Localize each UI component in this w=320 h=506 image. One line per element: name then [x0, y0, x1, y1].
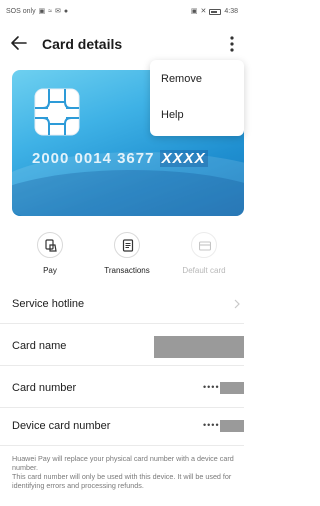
chip-icon: [34, 88, 80, 136]
status-bar: SOS only ▣ ≈ ✉ ● ▣ ✕ 4:38: [0, 0, 244, 22]
menu-item-help[interactable]: Help: [161, 109, 184, 121]
pay-label: Pay: [43, 266, 57, 275]
card-name-value-redacted: [154, 336, 244, 358]
transactions-button[interactable]: [114, 232, 140, 258]
device-card-number-row: Device card number ••••: [0, 408, 244, 446]
wifi-icon: ≈: [48, 8, 53, 15]
card-number-visible: 2000 0014 3677: [32, 150, 155, 167]
transactions-icon: [122, 239, 134, 252]
pay-action[interactable]: Pay: [10, 232, 90, 275]
device-card-number-value-redacted: [220, 420, 244, 432]
service-hotline-label: Service hotline: [12, 298, 85, 310]
card-number-label: Card number: [12, 382, 77, 394]
default-card-button[interactable]: [191, 232, 217, 258]
card-name-row: Card name: [0, 328, 244, 366]
default-card-label: Default card: [182, 266, 226, 275]
back-arrow-icon[interactable]: [10, 34, 28, 52]
card-number-row: Card number ••••: [0, 370, 244, 408]
card-number-masked: XXXX: [159, 150, 208, 167]
card-number-display: 2000 0014 3677 XXXX: [32, 150, 208, 167]
pay-icon: [45, 239, 57, 252]
status-right: ▣ ✕ 4:38: [191, 8, 238, 16]
battery-icon: [209, 9, 222, 15]
device-card-number-label: Device card number: [12, 420, 111, 432]
notification-icon: ●: [63, 8, 69, 15]
transactions-label: Transactions: [104, 266, 150, 275]
page-title: Card details: [42, 36, 123, 52]
carrier-status-text: SOS only: [6, 8, 36, 15]
nfc-status-icon: ▣: [190, 8, 198, 15]
card-number-value-redacted: [220, 382, 244, 394]
card-number-dots: ••••: [203, 382, 220, 392]
clock-text: 4:38: [224, 8, 238, 15]
more-options-icon[interactable]: [226, 34, 238, 54]
card-name-label: Card name: [12, 340, 67, 352]
overflow-menu: Remove Help: [150, 60, 244, 136]
device-card-number-dots: ••••: [203, 420, 220, 430]
nfc-icon: ▣: [38, 8, 46, 15]
default-card-action[interactable]: Default card: [164, 232, 244, 275]
card-actions: Pay Transactions Default card: [0, 232, 244, 284]
mail-icon: ✉: [55, 8, 61, 15]
transactions-action[interactable]: Transactions: [87, 232, 167, 275]
status-left: SOS only ▣ ≈ ✉ ●: [6, 8, 68, 16]
footnote-text: Huawei Pay will replace your physical ca…: [12, 454, 234, 490]
menu-item-remove[interactable]: Remove: [161, 73, 202, 85]
pay-button[interactable]: [37, 232, 63, 258]
service-hotline-row[interactable]: Service hotline: [0, 286, 244, 324]
chevron-right-icon: [234, 299, 240, 309]
default-card-icon: [199, 241, 211, 251]
card-decoration: [12, 170, 244, 216]
app-bar: Card details: [0, 26, 244, 62]
mute-icon: ✕: [200, 8, 207, 15]
